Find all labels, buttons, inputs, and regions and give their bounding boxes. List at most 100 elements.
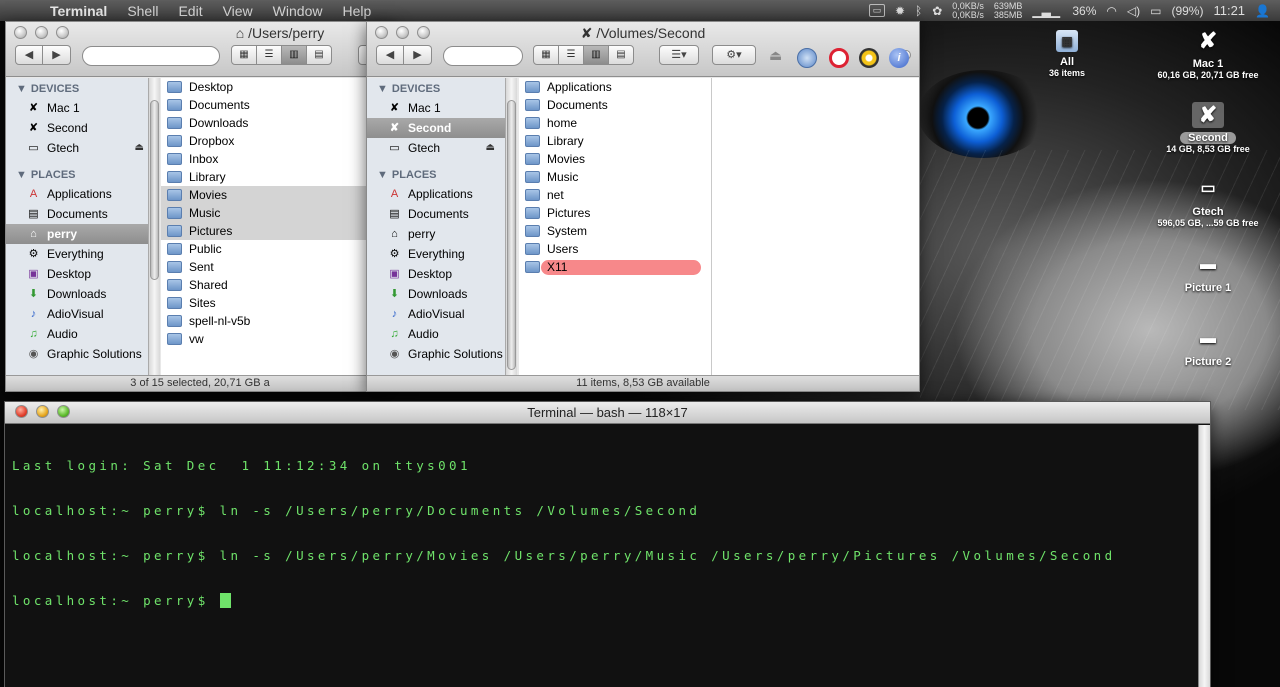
- search-input[interactable]: [443, 46, 523, 66]
- battery-percent[interactable]: (99%): [1171, 4, 1203, 18]
- menu-view[interactable]: View: [213, 3, 263, 19]
- sidebar-item-audio[interactable]: ♫ Audio: [6, 324, 154, 344]
- list-item[interactable]: Inbox: [161, 150, 394, 168]
- sidebar-item-documents[interactable]: ▤ Documents: [6, 204, 154, 224]
- sidebar-item-mac1[interactable]: ✘ Mac 1: [6, 98, 154, 118]
- list-item[interactable]: Music: [519, 168, 711, 186]
- sidebar-item-everything[interactable]: ⚙ Everything: [367, 244, 505, 264]
- sidebar-item-downloads[interactable]: ⬇ Downloads: [6, 284, 154, 304]
- list-item[interactable]: spell-nl-v5b: [161, 312, 394, 330]
- user-icon[interactable]: 👤: [1255, 4, 1270, 18]
- forward-button[interactable]: ▶: [43, 45, 71, 65]
- sidebar-item-documents[interactable]: ▤ Documents: [367, 204, 505, 224]
- eject-icon[interactable]: ⏏: [486, 138, 495, 158]
- desktop-icon-all[interactable]: ▦ All 36 items: [1007, 30, 1127, 78]
- wifi-icon[interactable]: ◠: [1106, 4, 1116, 18]
- back-button[interactable]: ◀: [376, 45, 404, 65]
- search-input[interactable]: [82, 46, 220, 66]
- sidebar-item-applications[interactable]: A Applications: [6, 184, 154, 204]
- menu-edit[interactable]: Edit: [168, 3, 212, 19]
- arrange-button[interactable]: ☰▾: [659, 45, 699, 65]
- eject-icon[interactable]: ⏏: [135, 138, 144, 158]
- list-item[interactable]: Sites: [161, 294, 394, 312]
- eject-icon[interactable]: ⏏: [769, 47, 782, 64]
- disclosure-triangle-icon[interactable]: ▼: [377, 169, 388, 181]
- gear-icon[interactable]: ✹: [895, 4, 905, 18]
- sidebar-item-graphic-solutions[interactable]: ◉ Graphic Solutions: [6, 344, 154, 364]
- desktop-icon-picture1[interactable]: ▬ Picture 1: [1148, 252, 1268, 294]
- desktop-icon-second[interactable]: ✘ Second 14 GB, 8,53 GB free: [1148, 102, 1268, 154]
- sidebar-item-perry[interactable]: ⌂ perry: [6, 224, 154, 244]
- sidebar-item-desktop[interactable]: ▣ Desktop: [367, 264, 505, 284]
- sidebar-item-gtech[interactable]: ▭ Gtech ⏏: [367, 138, 505, 158]
- column-view-button[interactable]: ▥: [583, 45, 609, 65]
- screen-icon[interactable]: ▭: [868, 4, 885, 17]
- cpu-graph-icon[interactable]: ▁▃▁: [1032, 4, 1062, 18]
- no-entry-icon[interactable]: [829, 48, 849, 68]
- action-gear-button[interactable]: ⚙▾: [712, 45, 756, 65]
- list-item[interactable]: Movies: [161, 186, 394, 204]
- back-button[interactable]: ◀: [15, 45, 43, 65]
- list-item[interactable]: Downloads: [161, 114, 394, 132]
- burn-icon[interactable]: [859, 48, 879, 68]
- terminal-output[interactable]: Last login: Sat Dec 1 11:12:34 on ttys00…: [5, 425, 1210, 687]
- list-item[interactable]: Dropbox: [161, 132, 394, 150]
- sidebar-item-perry[interactable]: ⌂ perry: [367, 224, 505, 244]
- bluetooth-icon[interactable]: ᛒ: [915, 4, 922, 18]
- list-item[interactable]: vw: [161, 330, 394, 348]
- sidebar-scrollbar[interactable]: [148, 78, 160, 375]
- sidebar-item-adiovisual[interactable]: ♪ AdioVisual: [6, 304, 154, 324]
- sidebar-item-adiovisual[interactable]: ♪ AdioVisual: [367, 304, 505, 324]
- desktop-icon-mac1[interactable]: ✘ Mac 1 60,16 GB, 20,71 GB free: [1148, 28, 1268, 80]
- sidebar-item-mac1[interactable]: ✘ Mac 1: [367, 98, 505, 118]
- memory-monitor[interactable]: 639MB 385MB: [994, 1, 1023, 20]
- column-view-button[interactable]: ▥: [281, 45, 307, 65]
- list-item[interactable]: Pictures: [519, 204, 711, 222]
- list-item[interactable]: Applications: [519, 78, 711, 96]
- list-item[interactable]: Library: [161, 168, 394, 186]
- sidebar-item-desktop[interactable]: ▣ Desktop: [6, 264, 154, 284]
- list-item[interactable]: net: [519, 186, 711, 204]
- sidebar-item-second[interactable]: ✘ Second: [6, 118, 154, 138]
- coverflow-view-button[interactable]: ▤: [608, 45, 634, 65]
- network-monitor[interactable]: 0,0KB/s 0,0KB/s: [952, 1, 984, 20]
- list-item[interactable]: Desktop: [161, 78, 394, 96]
- clock[interactable]: 11:21: [1213, 3, 1245, 18]
- sidebar-item-downloads[interactable]: ⬇ Downloads: [367, 284, 505, 304]
- menu-shell[interactable]: Shell: [117, 3, 168, 19]
- list-item[interactable]: Music: [161, 204, 394, 222]
- sidebar-scrollbar[interactable]: [505, 78, 517, 375]
- sidebar-item-gtech[interactable]: ▭ Gtech ⏏: [6, 138, 154, 158]
- list-item[interactable]: Public: [161, 240, 394, 258]
- list-view-button[interactable]: ☰: [256, 45, 282, 65]
- list-item[interactable]: Movies: [519, 150, 711, 168]
- sidebar-item-graphic-solutions[interactable]: ◉ Graphic Solutions: [367, 344, 505, 364]
- disclosure-triangle-icon[interactable]: ▼: [16, 83, 27, 95]
- list-item-x11[interactable]: X11: [519, 258, 711, 276]
- menu-app-name[interactable]: Terminal: [40, 3, 117, 19]
- list-item[interactable]: home: [519, 114, 711, 132]
- icon-view-button[interactable]: ▦: [231, 45, 257, 65]
- cpu-percent[interactable]: 36%: [1072, 4, 1096, 18]
- list-view-button[interactable]: ☰: [558, 45, 584, 65]
- compass-icon[interactable]: [797, 48, 817, 68]
- list-item[interactable]: Shared: [161, 276, 394, 294]
- list-item[interactable]: Documents: [519, 96, 711, 114]
- sidebar-item-second[interactable]: ✘ Second: [367, 118, 505, 138]
- coverflow-view-button[interactable]: ▤: [306, 45, 332, 65]
- battery-icon[interactable]: ▭: [1150, 4, 1161, 18]
- forward-button[interactable]: ▶: [404, 45, 432, 65]
- volume-icon[interactable]: ◁): [1127, 4, 1140, 18]
- disclosure-triangle-icon[interactable]: ▼: [16, 169, 27, 181]
- desktop-icon-gtech[interactable]: ▭ Gtech 596,05 GB, ...59 GB free: [1148, 176, 1268, 228]
- list-item[interactable]: System: [519, 222, 711, 240]
- desktop-icon-picture2[interactable]: ▬ Picture 2: [1148, 326, 1268, 368]
- list-item[interactable]: Sent: [161, 258, 394, 276]
- disclosure-triangle-icon[interactable]: ▼: [377, 83, 388, 95]
- list-item[interactable]: Users: [519, 240, 711, 258]
- terminal-scrollbar[interactable]: [1198, 425, 1210, 687]
- menu-window[interactable]: Window: [263, 3, 333, 19]
- growl-icon[interactable]: ✿: [932, 4, 942, 18]
- info-icon[interactable]: i: [889, 48, 909, 68]
- list-item[interactable]: Library: [519, 132, 711, 150]
